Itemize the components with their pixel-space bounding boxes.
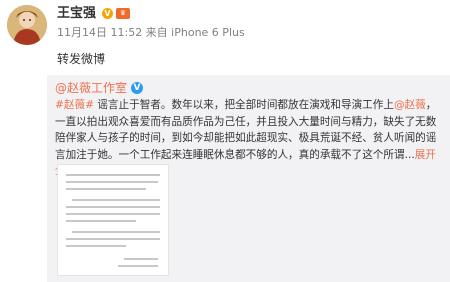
gold-v-badge-icon: V xyxy=(102,8,113,19)
body-text-segment: ... xyxy=(404,148,415,161)
author-badges: V ♛ xyxy=(102,8,130,19)
post-meta[interactable]: 11月14日 11:52 来自 iPhone 6 Plus xyxy=(57,26,245,40)
quoted-source-link[interactable]: @赵薇工作室 xyxy=(55,80,127,96)
statement-image[interactable] xyxy=(57,164,169,276)
author-name[interactable]: 王宝强 xyxy=(57,6,96,22)
repost-note: 转发微博 xyxy=(57,52,106,66)
verified-v-icon: V xyxy=(131,82,144,94)
quoted-post: @赵薇工作室 V #赵薇# 谣言止于智者。数年以来，把全部时间都放在演戏和导演工… xyxy=(47,75,450,282)
vip-badge-icon: ♛ xyxy=(116,8,130,19)
mention-link[interactable]: @赵薇 xyxy=(394,99,426,111)
hashtag-link[interactable]: #赵薇# xyxy=(55,99,94,111)
avatar[interactable] xyxy=(7,5,47,45)
body-text-segment: 谣言止于智者。数年以来，把全部时间都放在演戏和导演工作上 xyxy=(93,99,394,111)
quoted-source-line: @赵薇工作室 V xyxy=(55,80,144,96)
